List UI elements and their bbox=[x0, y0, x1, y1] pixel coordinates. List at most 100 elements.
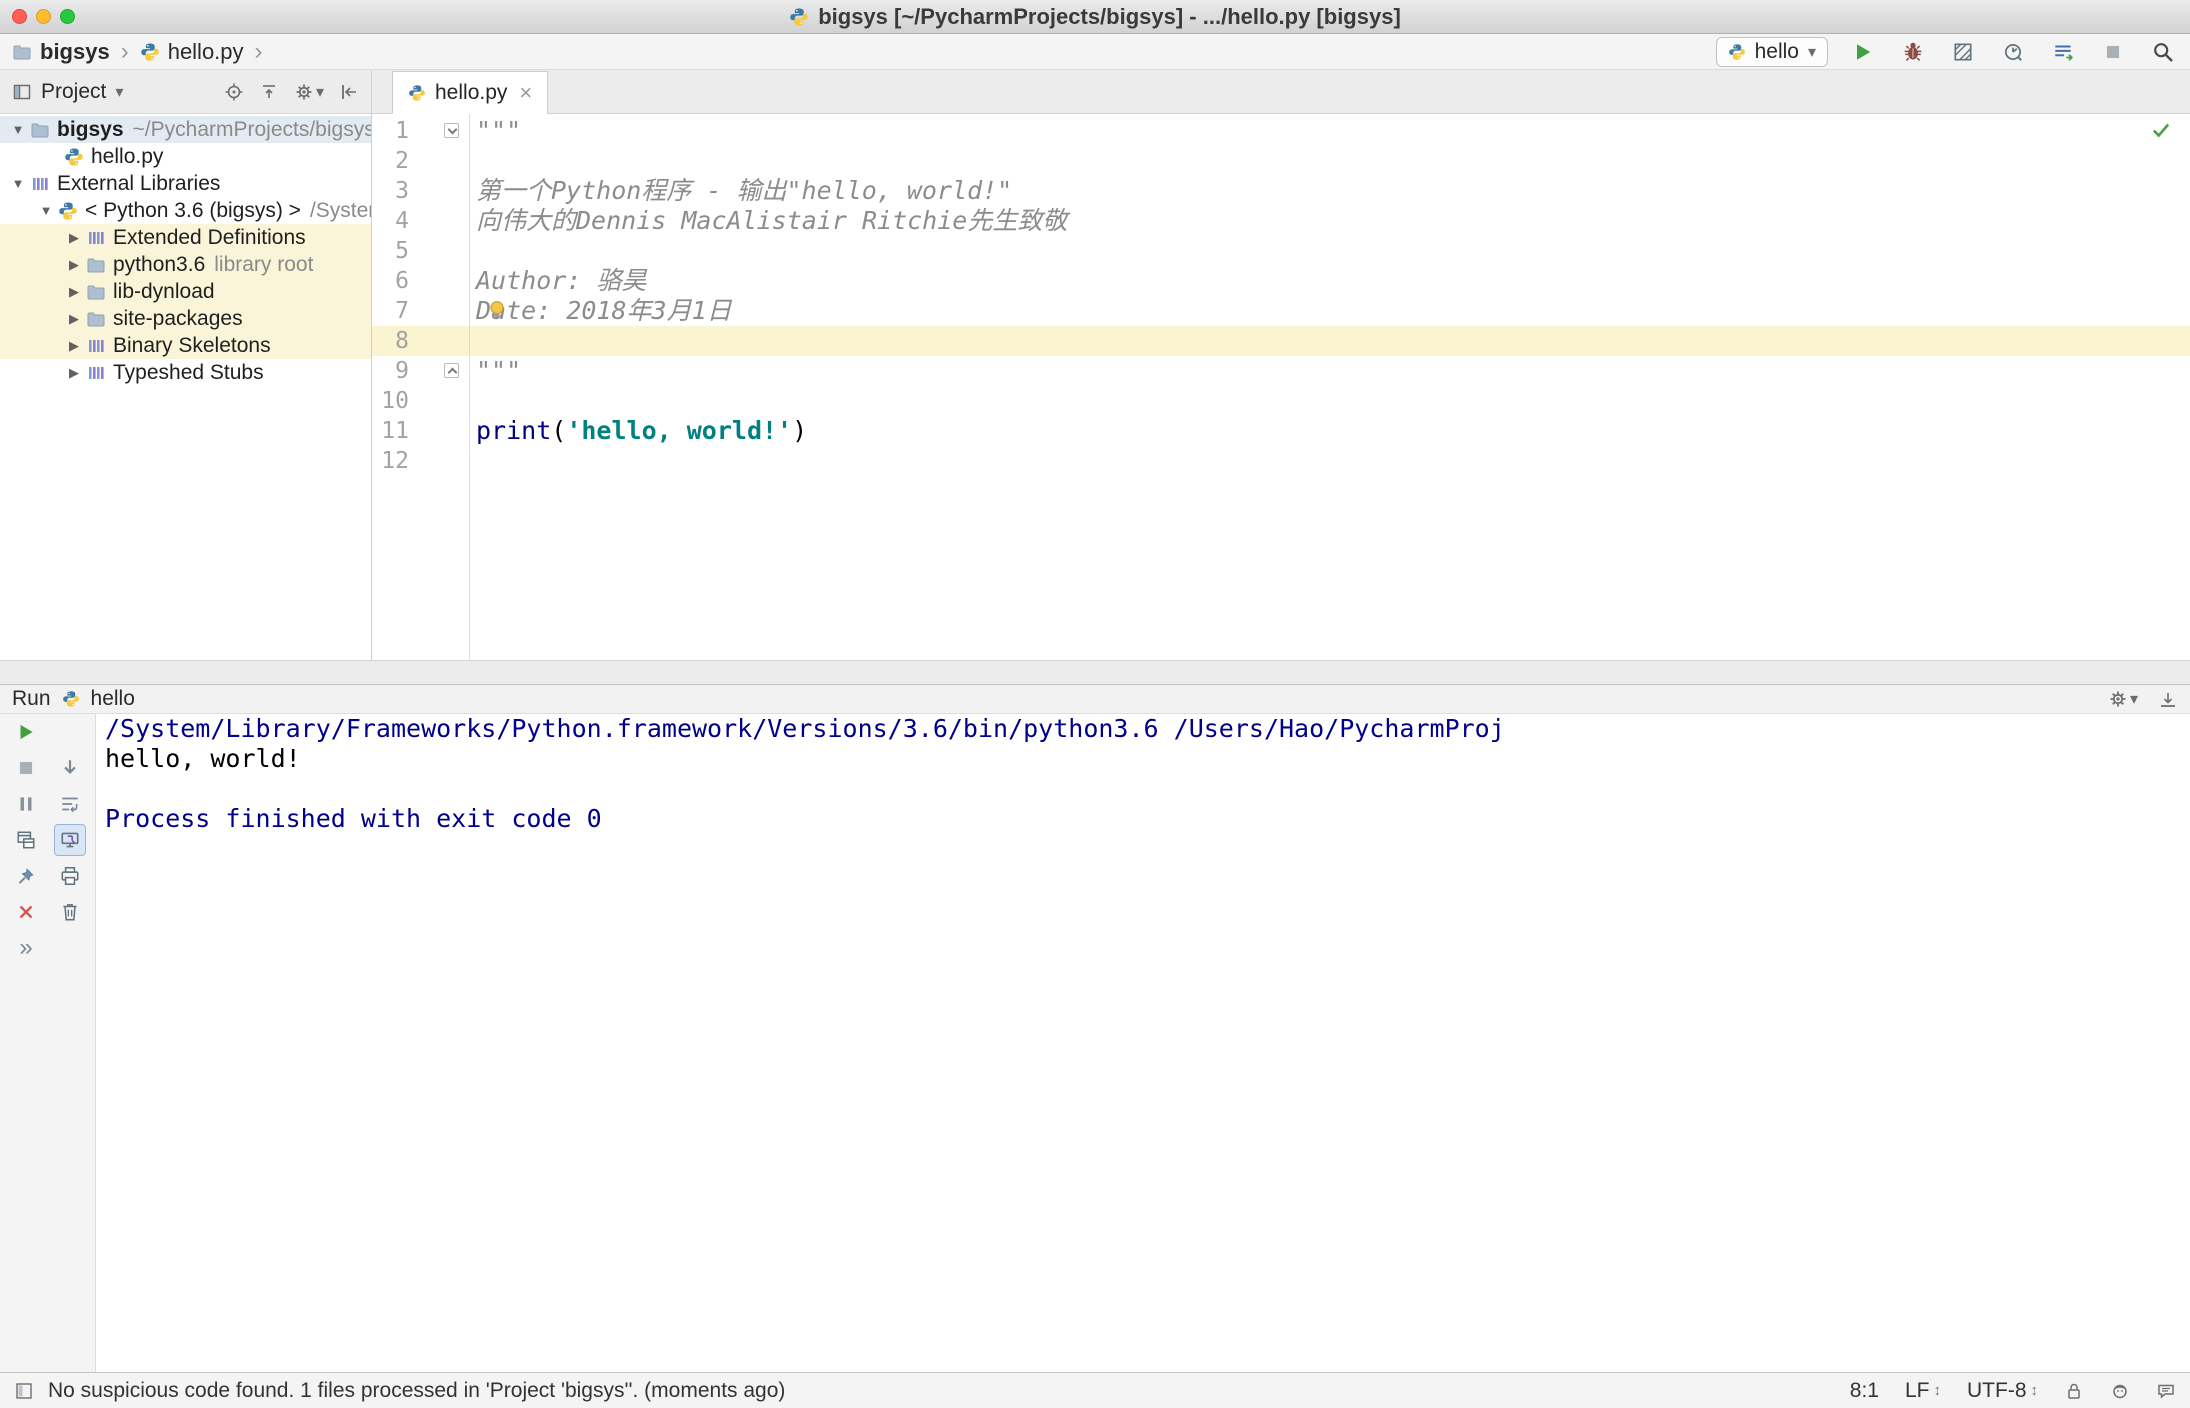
caret-position-widget[interactable]: 8:1 bbox=[1850, 1379, 1879, 1403]
fold-region-start-icon[interactable] bbox=[444, 123, 459, 138]
pause-icon bbox=[15, 793, 37, 815]
fold-region-end-icon[interactable] bbox=[444, 363, 459, 378]
printer-icon bbox=[59, 865, 81, 887]
tree-expanded-arrow[interactable]: ▼ bbox=[6, 176, 30, 191]
tree-item-python-sdk[interactable]: ▼ < Python 3.6 (bigsys) > /System bbox=[0, 197, 371, 224]
tree-expanded-arrow[interactable]: ▼ bbox=[34, 203, 58, 218]
tree-collapsed-arrow[interactable]: ▶ bbox=[62, 230, 86, 246]
scroll-down-button[interactable] bbox=[54, 752, 86, 784]
run-configuration-selector[interactable]: hello ▾ bbox=[1715, 36, 1828, 67]
code-line[interactable]: 向伟大的Dennis MacAlistair Ritchie先生致敬 bbox=[476, 206, 2190, 236]
pin-tab-button[interactable] bbox=[10, 860, 42, 892]
code-line[interactable]: 第一个Python程序 - 输出"hello, world!" bbox=[476, 176, 2190, 206]
soft-wrap-button[interactable] bbox=[54, 788, 86, 820]
locate-file-icon[interactable] bbox=[224, 82, 244, 102]
tree-item-lib-dynload[interactable]: ▶ lib-dynload bbox=[0, 278, 371, 305]
line-separator-widget[interactable]: LF ↕ bbox=[1905, 1379, 1941, 1403]
search-everywhere-button[interactable] bbox=[2148, 37, 2178, 67]
code-line[interactable]: """ bbox=[476, 356, 2190, 386]
profiler-button[interactable] bbox=[1998, 37, 2028, 67]
collapse-all-icon[interactable] bbox=[259, 82, 279, 102]
intention-bulb-icon[interactable] bbox=[485, 298, 509, 322]
code-line[interactable]: """ bbox=[476, 116, 2190, 146]
pause-output-button[interactable] bbox=[10, 788, 42, 820]
line-number: 4 bbox=[395, 208, 409, 234]
scroll-to-end-button[interactable] bbox=[54, 824, 86, 856]
concurrency-diagram-button[interactable] bbox=[2048, 37, 2078, 67]
editor[interactable]: 1 2 3 4 5 6 7 8 9 10 11 12 """ 第一个Python… bbox=[372, 114, 2190, 660]
code-line[interactable] bbox=[476, 146, 2190, 176]
write-lock-icon[interactable] bbox=[2064, 1381, 2084, 1401]
search-icon bbox=[2151, 40, 2175, 64]
code-line[interactable] bbox=[476, 236, 2190, 266]
chevron-down-icon: ▾ bbox=[2129, 691, 2138, 708]
updown-arrows-icon: ↕ bbox=[2030, 1382, 2039, 1399]
hector-inspector-icon[interactable] bbox=[2110, 1381, 2130, 1401]
tree-item-site-packages[interactable]: ▶ site-packages bbox=[0, 305, 371, 332]
console-command-line: /System/Library/Frameworks/Python.framew… bbox=[105, 714, 1505, 743]
stop-button[interactable] bbox=[2098, 37, 2128, 67]
tree-item-python36[interactable]: ▶ python3.6 library root bbox=[0, 251, 371, 278]
editor-bottom-strip bbox=[0, 660, 2190, 684]
tree-item-project-root[interactable]: ▼ bigsys ~/PycharmProjects/bigsys bbox=[0, 116, 371, 143]
function-name-token: print bbox=[476, 416, 552, 445]
hide-panel-icon[interactable] bbox=[339, 82, 359, 102]
run-panel-settings-button[interactable]: ▾ bbox=[2108, 689, 2138, 709]
project-tree: ▼ bigsys ~/PycharmProjects/bigsys hello.… bbox=[0, 114, 371, 660]
tree-item-typeshed-stubs[interactable]: ▶ Typeshed Stubs bbox=[0, 359, 371, 386]
run-with-coverage-button[interactable] bbox=[1948, 37, 1978, 67]
tree-collapsed-arrow[interactable]: ▶ bbox=[62, 338, 86, 354]
code-line[interactable] bbox=[476, 446, 2190, 476]
tree-item-extended-definitions[interactable]: ▶ Extended Definitions bbox=[0, 224, 371, 251]
stop-process-button[interactable] bbox=[10, 752, 42, 784]
print-button[interactable] bbox=[54, 860, 86, 892]
run-console[interactable]: /System/Library/Frameworks/Python.framew… bbox=[96, 714, 2190, 1372]
encoding-widget[interactable]: UTF-8 ↕ bbox=[1967, 1379, 2038, 1403]
code-line[interactable] bbox=[476, 386, 2190, 416]
tree-collapsed-arrow[interactable]: ▶ bbox=[62, 257, 86, 273]
close-tab-icon[interactable]: × bbox=[519, 81, 532, 104]
library-icon bbox=[86, 228, 106, 248]
restore-layout-button[interactable] bbox=[10, 824, 42, 856]
code-line[interactable]: print('hello, world!') bbox=[476, 416, 2190, 446]
clear-all-button[interactable] bbox=[54, 896, 86, 928]
inspections-ok-icon[interactable] bbox=[2150, 119, 2172, 141]
breadcrumb-project[interactable]: bigsys bbox=[40, 39, 110, 65]
tree-collapsed-arrow[interactable]: ▶ bbox=[62, 365, 86, 381]
tree-item-external-libraries[interactable]: ▼ External Libraries bbox=[0, 170, 371, 197]
breadcrumb-file[interactable]: hello.py bbox=[168, 39, 244, 65]
minimize-window-button[interactable] bbox=[36, 9, 51, 24]
event-log-bubble-icon[interactable] bbox=[2156, 1381, 2176, 1401]
tree-expanded-arrow[interactable]: ▼ bbox=[6, 122, 30, 137]
hide-panel-down-icon[interactable] bbox=[2158, 689, 2178, 709]
punctuation-token: ( bbox=[551, 416, 567, 445]
tree-collapsed-arrow[interactable]: ▶ bbox=[62, 311, 86, 327]
zoom-window-button[interactable] bbox=[60, 9, 75, 24]
close-window-button[interactable] bbox=[12, 9, 27, 24]
folder-icon bbox=[12, 42, 32, 62]
code-line[interactable]: Date: 2018年3月1日 bbox=[476, 296, 2190, 326]
tree-item-binary-skeletons[interactable]: ▶ Binary Skeletons bbox=[0, 332, 371, 359]
close-panel-button[interactable] bbox=[10, 896, 42, 928]
tree-item-hello-py[interactable]: hello.py bbox=[0, 143, 371, 170]
code-line-caret[interactable] bbox=[476, 326, 2190, 356]
panel-settings-button[interactable]: ▾ bbox=[294, 82, 324, 102]
more-actions-button[interactable]: » bbox=[10, 932, 42, 964]
code-area[interactable]: """ 第一个Python程序 - 输出"hello, world!" 向伟大的… bbox=[470, 114, 2190, 660]
chevron-down-icon[interactable]: ▾ bbox=[115, 82, 123, 102]
tree-item-label: hello.py bbox=[91, 144, 164, 168]
tree-item-label: < Python 3.6 (bigsys) > bbox=[85, 198, 301, 222]
console-stdout-line: hello, world! bbox=[105, 744, 301, 773]
docstring-delimiter: """ bbox=[476, 116, 522, 145]
tab-hello-py[interactable]: hello.py × bbox=[392, 71, 549, 114]
updown-arrows-icon: ↕ bbox=[1933, 1382, 1942, 1399]
run-panel-body: » /System/Library/Frameworks/Python.fram… bbox=[0, 714, 2190, 1372]
tree-item-label: lib-dynload bbox=[113, 279, 215, 303]
toggle-toolwindows-icon[interactable] bbox=[14, 1381, 34, 1401]
run-button[interactable] bbox=[1848, 37, 1878, 67]
code-line[interactable]: Author: 骆昊 bbox=[476, 266, 2190, 296]
python-icon bbox=[1728, 43, 1746, 61]
debug-button[interactable] bbox=[1898, 37, 1928, 67]
tree-collapsed-arrow[interactable]: ▶ bbox=[62, 284, 86, 300]
rerun-button[interactable] bbox=[10, 716, 42, 748]
